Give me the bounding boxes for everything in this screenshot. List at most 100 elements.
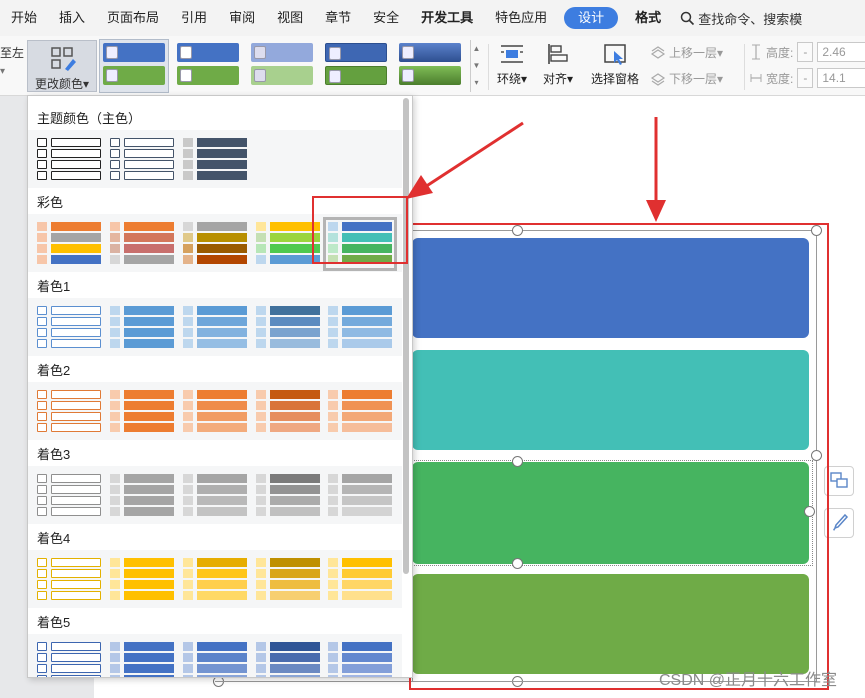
layout-options-icon [830,472,848,488]
color-option-6-1[interactable] [37,558,101,602]
bring-forward-icon [650,45,666,59]
height-icon [752,44,760,60]
tab-special[interactable]: 特色应用 [484,0,558,36]
chevron-up-icon[interactable]: ▲ [471,40,482,57]
tab-chapter[interactable]: 章节 [314,0,362,36]
selection-pane-button[interactable]: 选择窗格 [588,42,642,87]
color-option-7-5[interactable] [328,642,392,677]
smartart-style-gallery [99,39,482,93]
chevron-down-icon[interactable]: ▾ [0,66,5,77]
color-option-6-2[interactable] [110,558,174,602]
send-backward-label: 下移一层▾ [669,72,724,86]
color-option-2-3[interactable] [183,222,247,266]
color-option-7-3[interactable] [183,642,247,677]
color-option-5-3[interactable] [183,474,247,518]
color-section-title: 着色3 [37,447,71,462]
gallery-more-icon[interactable]: ▾ [471,74,482,91]
search-icon [680,11,695,25]
chevron-down-icon[interactable]: ▼ [471,57,482,74]
color-option-4-3[interactable] [183,390,247,434]
style-option-3[interactable] [248,40,316,92]
tab-format[interactable]: 格式 [624,0,672,36]
color-option-5-4[interactable] [256,474,320,518]
height-input[interactable]: 2.46 [817,42,865,62]
color-option-6-4[interactable] [256,558,320,602]
send-backward-button[interactable]: 下移一层▾ [650,70,723,87]
ribbon-divider [488,44,489,90]
ribbon-divider [744,44,745,90]
color-option-6-5[interactable] [328,558,392,602]
color-option-4-2[interactable] [110,390,174,434]
bring-forward-label: 上移一层▾ [669,46,724,60]
tab-insert[interactable]: 插入 [48,0,96,36]
bring-forward-button[interactable]: 上移一层▾ [650,44,723,61]
color-option-3-4[interactable] [256,306,320,350]
wrap-text-icon [501,45,523,63]
width-control: 宽度: - 14.1 [750,68,865,88]
color-option-4-4[interactable] [256,390,320,434]
tab-review[interactable]: 审阅 [218,0,266,36]
style-option-4[interactable] [322,40,390,92]
tab-page-layout[interactable]: 页面布局 [96,0,170,36]
color-option-5-2[interactable] [110,474,174,518]
color-option-2-2[interactable] [110,222,174,266]
wrap-label: 环绕▾ [496,72,528,86]
color-option-2-4[interactable] [256,222,320,266]
color-option-4-1[interactable] [37,390,101,434]
tab-security[interactable]: 安全 [362,0,410,36]
color-section-title: 着色1 [37,279,71,294]
color-section-title: 着色4 [37,531,71,546]
tab-view[interactable]: 视图 [266,0,314,36]
align-label: 对齐▾ [542,72,574,86]
width-icon [750,74,762,82]
color-option-5-1[interactable] [37,474,101,518]
color-option-3-2[interactable] [110,306,174,350]
color-option-3-3[interactable] [183,306,247,350]
color-option-7-2[interactable] [110,642,174,677]
highlight-smartart-box [409,223,829,690]
color-section-title: 着色2 [37,363,71,378]
style-option-2[interactable] [174,40,242,92]
ribbon: 至左 ▾ 更改颜色▾ ▲ ▼ ▾ 环绕▾ 对齐▾ 选择窗格 上移一层▾ 下移一层… [0,36,865,96]
change-color-label: 更改颜色▾ [34,77,90,91]
color-option-4-5[interactable] [328,390,392,434]
color-section-title: 着色5 [37,615,71,630]
tab-developer[interactable]: 开发工具 [410,0,484,36]
tab-start[interactable]: 开始 [0,0,48,36]
watermark: CSDN @正月十六工作室 [658,672,837,689]
align-button[interactable]: 对齐▾ [540,42,576,87]
color-option-7-1[interactable] [37,642,101,677]
color-option-1-3[interactable] [183,138,247,182]
tab-design[interactable]: 设计 [564,7,619,29]
color-option-3-1[interactable] [37,306,101,350]
color-option-5-5[interactable] [328,474,392,518]
tab-references[interactable]: 引用 [170,0,218,36]
wrap-button[interactable]: 环绕▾ [494,42,530,87]
palette-icon [51,47,76,71]
color-option-3-5[interactable] [328,306,392,350]
ribbon-cut-label[interactable]: 至左 [0,44,24,61]
align-icon [548,44,568,64]
style-option-5[interactable] [396,40,464,92]
selection-pane-icon [604,44,626,65]
height-decrease-button[interactable]: - [797,42,814,62]
menu-bar: 开始 插入 页面布局 引用 审阅 视图 章节 安全 开发工具 特色应用 设计 格… [0,0,865,36]
height-control: 高度: - 2.46 [750,42,865,62]
color-option-2-1[interactable] [37,222,101,266]
search-placeholder: 查找命令、搜索模 [698,11,803,27]
color-option-6-3[interactable] [183,558,247,602]
width-label: 宽度: [766,71,794,86]
change-color-dropdown: 主题颜色（主色） 彩色 着色1 着色2 着色3 着色4 着色5 [27,95,413,678]
command-search[interactable]: 查找命令、搜索模 [680,9,802,28]
width-input[interactable]: 14.1 [817,68,865,88]
selection-pane-label: 选择窗格 [590,72,639,86]
color-option-1-1[interactable] [37,138,101,182]
color-option-1-2[interactable] [110,138,174,182]
change-color-button[interactable]: 更改颜色▾ [27,40,97,92]
color-section-title: 彩色 [37,195,64,210]
style-option-1[interactable] [99,39,169,93]
gallery-scroll[interactable]: ▲ ▼ ▾ [470,40,482,92]
color-option-7-4[interactable] [256,642,320,677]
dropdown-scrollbar[interactable] [403,98,409,574]
width-decrease-button[interactable]: - [797,68,814,88]
